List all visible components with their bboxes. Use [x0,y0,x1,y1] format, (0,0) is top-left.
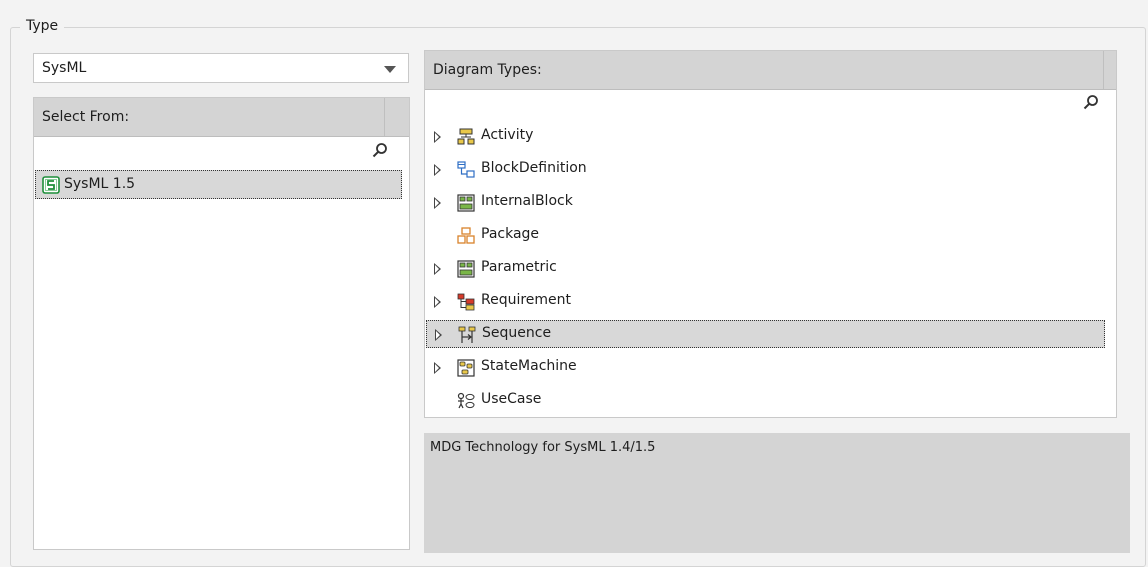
diagram-types-tree[interactable]: Diagram Types: Activity BlockDefinition [424,50,1117,418]
requirement-icon [457,293,475,311]
expand-arrow-icon[interactable] [434,164,441,176]
diagram-types-header: Diagram Types: [425,51,1116,90]
expand-arrow-icon[interactable] [434,362,441,374]
tree-item-label: Parametric [481,259,557,275]
tree-item-label: BlockDefinition [481,160,587,176]
tree-item-requirement[interactable]: Requirement [426,288,1105,316]
tree-item-label: Package [481,226,540,242]
use-case-icon [457,392,475,409]
expand-arrow-icon[interactable] [434,197,441,209]
select-from-header-label: Select From: [42,109,130,125]
expand-arrow-icon[interactable] [434,263,441,275]
tree-item-label: Activity [481,127,534,143]
tree-item-statemachine[interactable]: StateMachine [426,354,1105,382]
tree-item-label: UseCase [481,391,542,407]
select-from-header: Select From: [34,98,409,137]
sysml-profile-icon [42,176,60,194]
type-group-title: Type [20,18,65,34]
column-splitter[interactable] [1103,51,1104,89]
list-item-label: SysML 1.5 [64,176,136,192]
sequence-diagram-icon [458,326,476,343]
search-icon[interactable] [372,142,388,158]
tree-item-activity[interactable]: Activity [426,123,1105,151]
search-icon[interactable] [1083,94,1099,110]
description-text: MDG Technology for SysML 1.4/1.5 [430,440,656,455]
column-splitter[interactable] [384,98,385,136]
parametric-icon [457,260,475,278]
expand-arrow-icon[interactable] [435,329,442,341]
list-item-sysml-1-5[interactable]: SysML 1.5 [35,170,402,199]
package-icon [457,227,475,244]
tree-item-package[interactable]: Package [426,222,1105,250]
dropdown-arrow-icon[interactable] [384,66,396,73]
tree-item-internalblock[interactable]: InternalBlock [426,189,1105,217]
tree-item-label: Sequence [482,325,552,341]
state-machine-icon [457,359,475,377]
activity-diagram-icon [457,128,475,145]
tree-item-usecase[interactable]: UseCase [426,387,1105,415]
diagram-types-header-label: Diagram Types: [433,62,542,78]
internal-block-icon [457,194,475,212]
block-definition-icon [457,161,475,178]
expand-arrow-icon[interactable] [434,296,441,308]
tree-item-label: Requirement [481,292,572,308]
expand-arrow-icon[interactable] [434,131,441,143]
tree-item-label: InternalBlock [481,193,573,209]
select-from-list[interactable]: Select From: SysML 1.5 [33,97,410,550]
tree-item-parametric[interactable]: Parametric [426,255,1105,283]
tree-item-blockdefinition[interactable]: BlockDefinition [426,156,1105,184]
type-dropdown[interactable]: SysML [33,53,409,83]
type-dropdown-value: SysML [42,60,87,76]
tree-item-sequence[interactable]: Sequence [426,320,1105,348]
tree-item-label: StateMachine [481,358,577,374]
description-panel: MDG Technology for SysML 1.4/1.5 [424,433,1130,553]
